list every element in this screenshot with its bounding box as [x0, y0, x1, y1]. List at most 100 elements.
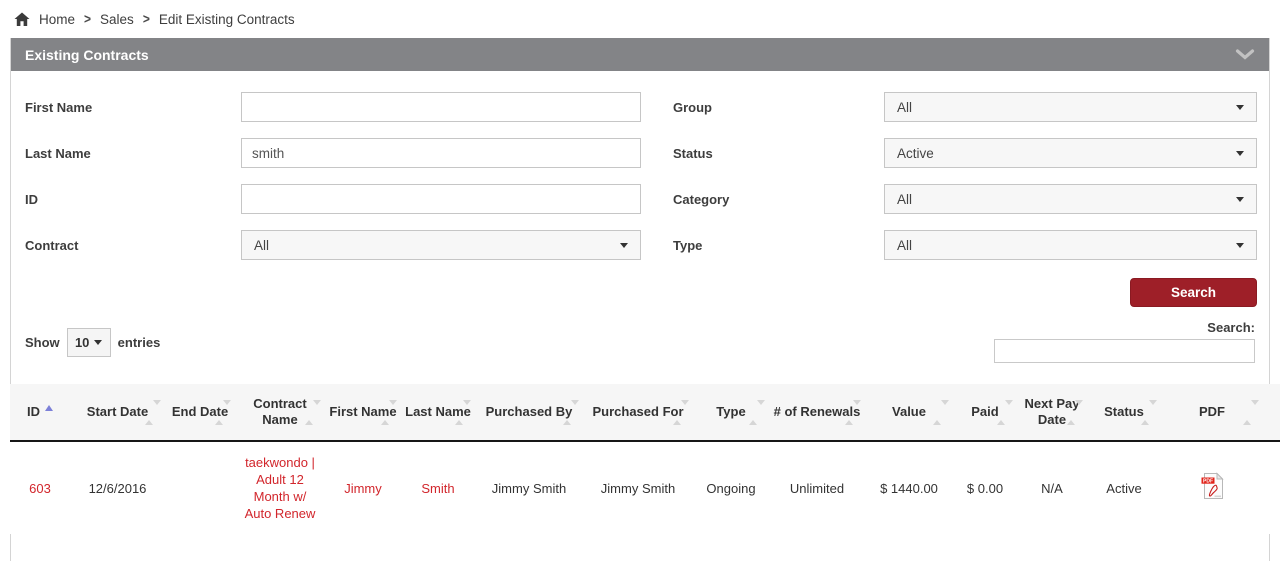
column-header-clipped [1263, 384, 1280, 442]
contract-row: Contract All [25, 230, 661, 260]
chevron-down-icon [94, 340, 103, 345]
contract-select[interactable]: All [241, 230, 641, 260]
entries-label: entries [117, 335, 161, 350]
type-label: Type [673, 238, 703, 253]
column-header-start-date[interactable]: Start Date [70, 384, 165, 442]
sort-icons [845, 400, 861, 425]
cell-type: Ongoing [693, 441, 769, 534]
last-name-input[interactable] [241, 138, 641, 168]
group-select[interactable]: All [884, 92, 1257, 122]
status-select-value: Active [897, 145, 934, 161]
column-header-renewals[interactable]: # of Renewals [769, 384, 865, 442]
page-size-value: 10 [74, 335, 90, 350]
cell-next-pay-date: N/A [1017, 441, 1087, 534]
search-button[interactable]: Search [1130, 278, 1257, 307]
last-name-link[interactable]: Smith [421, 481, 454, 496]
first-name-input[interactable] [241, 92, 641, 122]
column-header-status[interactable]: Status [1087, 384, 1161, 442]
column-header-id[interactable]: ID [10, 384, 70, 442]
contracts-table: ID Start Date End Date Contract Name Fir… [10, 384, 1280, 534]
column-header-paid[interactable]: Paid [953, 384, 1017, 442]
sort-icons [1141, 400, 1157, 425]
status-label: Status [673, 146, 713, 161]
cell-paid: $ 0.00 [953, 441, 1017, 534]
table-search: Search: [994, 320, 1255, 363]
cell-contract-name: taekwondo | Adult 12 Month w/ Auto Renew [235, 441, 325, 534]
table-search-input[interactable] [994, 339, 1255, 363]
contracts-table-container: ID Start Date End Date Contract Name Fir… [10, 384, 1280, 534]
column-header-last-name[interactable]: Last Name [401, 384, 475, 442]
table-header-row: ID Start Date End Date Contract Name Fir… [10, 384, 1280, 442]
type-select[interactable]: All [884, 230, 1257, 260]
page-size-select[interactable]: 10 [66, 328, 111, 357]
breadcrumb-separator: > [142, 10, 150, 28]
status-select[interactable]: Active [884, 138, 1257, 168]
column-header-pdf[interactable]: PDF [1161, 384, 1263, 442]
column-header-end-date[interactable]: End Date [165, 384, 235, 442]
existing-contracts-panel: Existing Contracts First Name Last Name … [10, 38, 1280, 561]
sort-asc-icon [45, 405, 53, 411]
panel-body: First Name Last Name ID Contract All [10, 71, 1280, 534]
sort-icons [305, 400, 321, 425]
home-icon[interactable] [14, 12, 30, 27]
contract-select-value: All [254, 237, 270, 253]
category-label: Category [673, 192, 730, 207]
cell-end-date [165, 441, 235, 534]
cell-id: 603 [10, 441, 70, 534]
chevron-down-icon [1236, 104, 1244, 110]
sort-icons [563, 400, 579, 425]
chevron-down-icon [1236, 196, 1244, 202]
category-select-value: All [897, 191, 913, 207]
cell-status: Active [1087, 441, 1161, 534]
id-input[interactable] [241, 184, 641, 214]
column-header-purchased-for[interactable]: Purchased For [583, 384, 693, 442]
table-search-label: Search: [1207, 320, 1255, 335]
cell-pdf: PDF [1161, 441, 1263, 534]
contract-name-link[interactable]: taekwondo | Adult 12 Month w/ Auto Renew [245, 455, 316, 521]
last-name-label: Last Name [25, 146, 91, 161]
sort-icons [673, 400, 689, 425]
status-row: Status Active [673, 138, 1257, 168]
column-header-purchased-by[interactable]: Purchased By [475, 384, 583, 442]
first-name-link[interactable]: Jimmy [344, 481, 382, 496]
contract-id-link[interactable]: 603 [29, 481, 51, 496]
cell-purchased-by: Jimmy Smith [475, 441, 583, 534]
id-label: ID [25, 192, 38, 207]
column-header-next-pay-date[interactable]: Next Pay Date [1017, 384, 1087, 442]
show-label: Show [25, 335, 60, 350]
breadcrumb-sales[interactable]: Sales [100, 12, 134, 27]
table-controls: Show 10 entries Search: [25, 320, 1257, 363]
cell-clipped [1263, 441, 1280, 534]
search-button-row: Search [25, 278, 1257, 307]
collapse-chevron-down-icon[interactable] [1235, 49, 1255, 60]
group-label: Group [673, 100, 712, 115]
sort-icons [997, 400, 1013, 425]
table-row: 603 12/6/2016 taekwondo | Adult 12 Month… [10, 441, 1280, 534]
sort-icons [1067, 400, 1083, 425]
column-header-type[interactable]: Type [693, 384, 769, 442]
cell-purchased-for: Jimmy Smith [583, 441, 693, 534]
chevron-down-icon [1236, 242, 1244, 248]
column-header-contract-name[interactable]: Contract Name [235, 384, 325, 442]
breadcrumb-current: Edit Existing Contracts [158, 11, 295, 27]
pdf-icon[interactable]: PDF [1201, 472, 1224, 504]
chevron-down-icon [1236, 150, 1244, 156]
group-select-value: All [897, 99, 913, 115]
group-row: Group All [673, 92, 1257, 122]
breadcrumb-separator: > [84, 10, 92, 28]
id-row: ID [25, 184, 661, 214]
column-header-value[interactable]: Value [865, 384, 953, 442]
column-header-first-name[interactable]: First Name [325, 384, 401, 442]
category-select[interactable]: All [884, 184, 1257, 214]
breadcrumb-home[interactable]: Home [39, 12, 75, 27]
sort-icons [1243, 400, 1259, 425]
panel-title: Existing Contracts [25, 46, 149, 63]
last-name-row: Last Name [25, 138, 661, 168]
sort-icons [455, 400, 471, 425]
type-row: Type All [673, 230, 1257, 260]
filter-column-right: Group All Status Active Category All Typ… [673, 92, 1257, 276]
filter-form: First Name Last Name ID Contract All [25, 92, 1257, 276]
filter-column-left: First Name Last Name ID Contract All [25, 92, 661, 276]
sort-icons [215, 400, 231, 425]
chevron-down-icon [620, 242, 628, 248]
